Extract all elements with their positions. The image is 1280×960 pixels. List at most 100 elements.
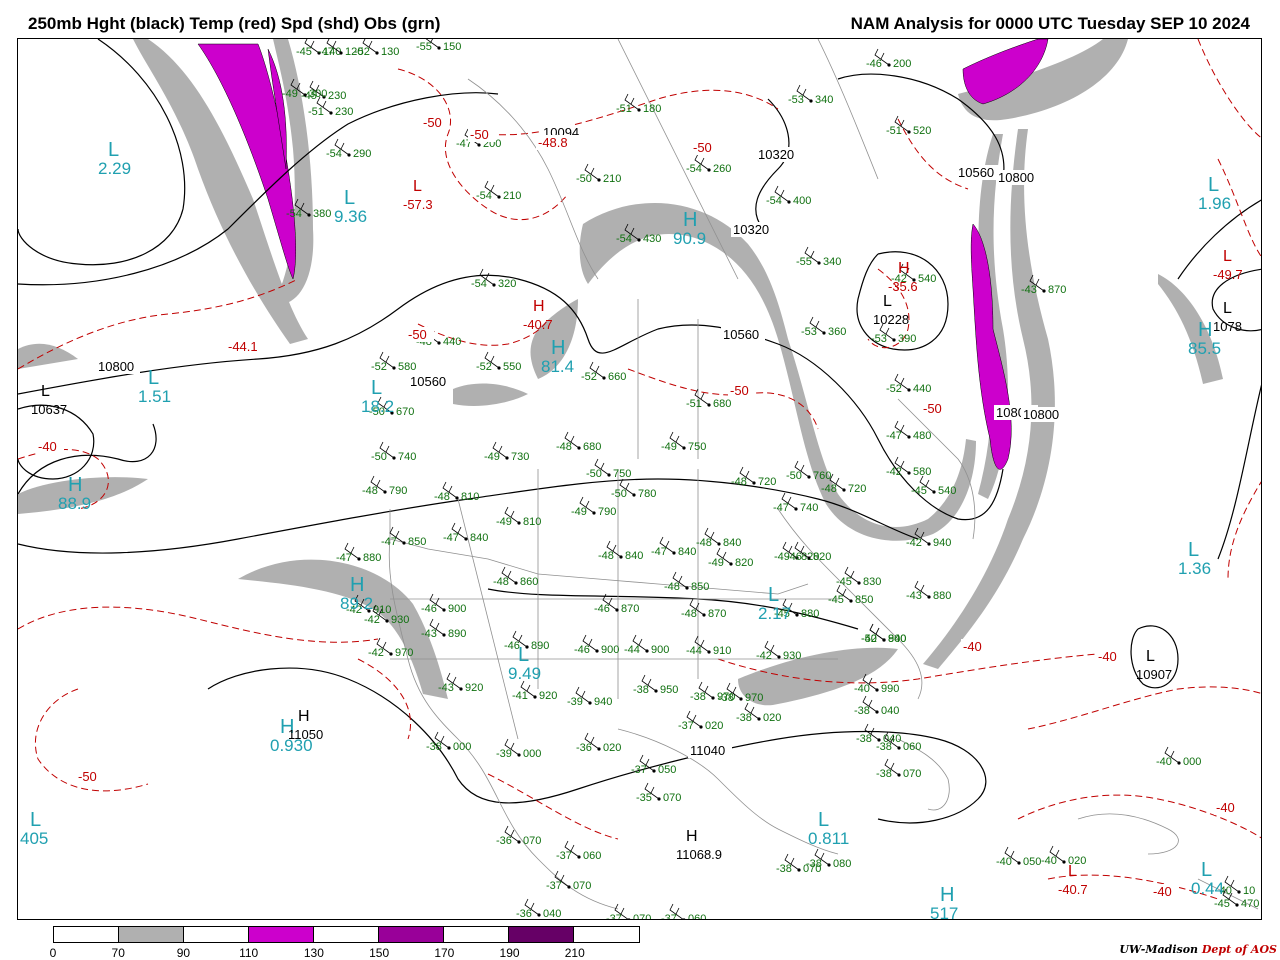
station-obs: -53 360 — [801, 316, 846, 338]
pressure-center: L -40.7 — [1058, 863, 1088, 897]
obs-height: 920 — [539, 690, 557, 702]
obs-temperature: -48 — [696, 537, 712, 549]
obs-height: 750 — [613, 468, 631, 480]
center-value: 1.96 — [1198, 194, 1231, 213]
obs-temperature: -45 — [296, 46, 312, 58]
colorbar-tick-label: 130 — [303, 946, 324, 960]
colorbar-tick-label: 0 — [49, 946, 57, 960]
obs-height: 070 — [573, 880, 591, 892]
obs-temperature: -54 — [476, 190, 492, 202]
obs-height: 130 — [381, 46, 399, 58]
center-value: 10907 — [1136, 667, 1172, 682]
contour-label: -50 — [693, 140, 712, 155]
obs-temperature: -51 — [886, 125, 902, 137]
valid-time-title: NAM Analysis for 0000 UTC Tuesday SEP 10… — [850, 14, 1250, 33]
center-letter: H — [686, 828, 698, 845]
pressure-center: L 10637 — [31, 383, 67, 417]
center-value: 11050 — [288, 727, 323, 742]
station-obs: -48 860 — [493, 566, 538, 588]
obs-height: 360 — [828, 326, 846, 338]
station-obs: -52 550 — [476, 351, 521, 373]
station-obs: -53 390 — [871, 323, 916, 345]
obs-temperature: -48 — [493, 576, 509, 588]
obs-height: 720 — [848, 483, 866, 495]
obs-height: 820 — [735, 557, 753, 569]
obs-height: 680 — [583, 441, 601, 453]
obs-temperature: -43 — [906, 590, 922, 602]
pressure-center: L 1078 — [1213, 300, 1242, 334]
center-value: 9.36 — [334, 207, 367, 226]
center-letter: L — [1201, 859, 1212, 881]
contour-label: -40 — [1098, 649, 1117, 664]
obs-temperature: -38 — [854, 705, 870, 717]
obs-height: 820 — [813, 551, 831, 563]
station-obs: -38 950 — [633, 674, 678, 696]
obs-temperature: -47 — [336, 552, 352, 564]
pressure-center: L1.36 — [1178, 539, 1211, 578]
obs-height: 300 — [309, 88, 327, 100]
obs-height: 070 — [523, 835, 541, 847]
station-obs: -45 540 — [911, 475, 956, 497]
obs-temperature: -43 — [438, 682, 454, 694]
obs-height: 020 — [763, 712, 781, 724]
obs-height: 580 — [398, 361, 416, 373]
colorbar-segment — [249, 927, 314, 942]
obs-temperature: -50 — [786, 470, 802, 482]
station-obs: -39 940 — [567, 686, 612, 708]
obs-height: 540 — [938, 485, 956, 497]
colorbar-tick-label: 170 — [434, 946, 455, 960]
weather-map: -45 140 -47 120 -52 130 -55 150 -46 200 -45 230 -49 3… — [17, 38, 1262, 920]
obs-temperature: -37 — [606, 913, 622, 920]
obs-temperature: -51 — [308, 106, 324, 118]
obs-temperature: -48 — [598, 550, 614, 562]
obs-height: 720 — [758, 476, 776, 488]
center-letter: H — [533, 298, 545, 315]
colorbar-tick-label: 150 — [369, 946, 390, 960]
obs-height: 900 — [651, 644, 669, 656]
obs-height: 210 — [603, 173, 621, 185]
obs-temperature: -36 — [516, 908, 532, 920]
obs-height: 440 — [443, 336, 461, 348]
obs-height: 340 — [823, 256, 841, 268]
obs-height: 810 — [461, 491, 479, 503]
obs-height: 670 — [396, 406, 414, 418]
obs-height: 390 — [898, 333, 916, 345]
contour-label: -50 — [423, 115, 442, 130]
colorbar-segment — [574, 927, 639, 942]
obs-temperature: -45 — [836, 576, 852, 588]
station-obs: -40 020 — [1041, 845, 1086, 867]
obs-temperature: -38 — [876, 741, 892, 753]
pressure-center: L9.36 — [334, 187, 367, 226]
obs-height: 660 — [608, 371, 626, 383]
station-obs: -50 750 — [586, 458, 631, 480]
center-value: 89.2 — [340, 594, 373, 613]
contour-label: -48.8 — [538, 135, 568, 150]
obs-temperature: -50 — [371, 451, 387, 463]
contour-label: 10320 — [758, 147, 794, 162]
center-letter: L — [344, 187, 355, 209]
obs-temperature: -38 — [426, 741, 442, 753]
obs-height: 230 — [328, 90, 346, 102]
obs-temperature: -41 — [512, 690, 528, 702]
station-obs: -45 830 — [836, 566, 881, 588]
obs-height: 080 — [833, 858, 851, 870]
obs-temperature: -38 — [856, 733, 872, 745]
obs-temperature: -51 — [616, 103, 632, 115]
obs-height: 020 — [705, 720, 723, 732]
station-obs: -54 290 — [326, 138, 371, 160]
contour-label: 10800 — [1023, 407, 1059, 422]
obs-temperature: -53 — [801, 326, 817, 338]
station-obs: -48 680 — [556, 431, 601, 453]
station-obs: -49 750 — [661, 431, 706, 453]
obs-temperature: -35 — [636, 792, 652, 804]
center-value: 88.9 — [58, 494, 91, 513]
contour-label: 10560 — [958, 165, 994, 180]
obs-temperature: -49 — [661, 441, 677, 453]
contour-label: 10560 — [410, 374, 446, 389]
obs-temperature: -45 — [1214, 898, 1230, 910]
center-letter: H — [298, 708, 310, 725]
obs-height: 880 — [363, 552, 381, 564]
station-obs: -54 400 — [766, 185, 811, 207]
station-obs: -52 440 — [886, 373, 931, 395]
center-value: 2.29 — [98, 159, 131, 178]
